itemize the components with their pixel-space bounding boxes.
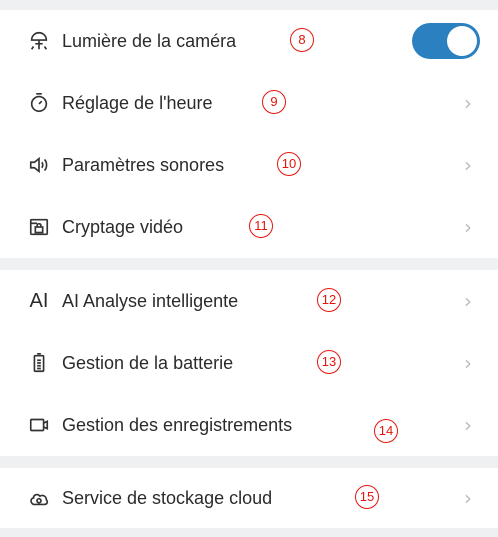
top-divider [0, 0, 498, 10]
label-recording-management: Gestion des enregistrements [62, 414, 293, 435]
annotation-number: 11 [249, 214, 273, 238]
row-video-encryption[interactable]: Cryptage vidéo 11 › [0, 196, 498, 258]
chevron-right-icon: › [464, 289, 472, 313]
row-ai-analysis[interactable]: AI AI Analyse intelligente 12 › [0, 270, 498, 332]
label-battery-management: Gestion de la batterie [62, 352, 234, 373]
row-cloud-storage[interactable]: Service de stockage cloud 15 › [0, 468, 498, 528]
annotation-number: 8 [290, 28, 314, 52]
ai-icon: AI [29, 289, 49, 312]
chevron-right-icon: › [464, 486, 472, 510]
label-time-setting: Réglage de l'heure [62, 92, 213, 113]
cloud-storage-icon [28, 487, 50, 509]
speaker-icon [28, 154, 50, 176]
record-icon [28, 414, 50, 436]
annotation-number: 10 [277, 152, 301, 176]
chevron-right-icon: › [464, 215, 472, 239]
annotation-number: 13 [317, 350, 341, 374]
settings-group-camera: Lumière de la caméra 8 Réglage de l'heur… [0, 10, 498, 258]
row-recording-management[interactable]: Gestion des enregistrements 14 › [0, 394, 498, 456]
chevron-right-icon: › [464, 351, 472, 375]
settings-group-analysis: AI AI Analyse intelligente 12 › Gestion … [0, 270, 498, 456]
camera-light-icon [28, 30, 50, 52]
label-camera-light: Lumière de la caméra [62, 30, 237, 51]
annotation-number: 14 [374, 419, 398, 443]
timer-icon [28, 92, 50, 114]
row-battery-management[interactable]: Gestion de la batterie 13 › [0, 332, 498, 394]
chevron-right-icon: › [464, 413, 472, 437]
annotation-number: 15 [355, 485, 379, 509]
row-time-setting[interactable]: Réglage de l'heure 9 › [0, 72, 498, 134]
row-sound-settings[interactable]: Paramètres sonores 10 › [0, 134, 498, 196]
label-video-encryption: Cryptage vidéo [62, 216, 184, 237]
battery-icon [28, 352, 50, 374]
section-divider [0, 456, 498, 468]
camera-light-toggle[interactable] [412, 23, 480, 59]
label-sound-settings: Paramètres sonores [62, 154, 225, 175]
chevron-right-icon: › [464, 91, 472, 115]
settings-group-cloud: Service de stockage cloud 15 › [0, 468, 498, 528]
chevron-right-icon: › [464, 153, 472, 177]
annotation-number: 12 [317, 288, 341, 312]
section-divider [0, 258, 498, 270]
label-cloud-storage: Service de stockage cloud [62, 487, 273, 508]
annotation-number: 9 [262, 90, 286, 114]
toggle-knob [447, 26, 477, 56]
row-camera-light[interactable]: Lumière de la caméra 8 [0, 10, 498, 72]
bottom-divider [0, 528, 498, 537]
label-ai-analysis: AI Analyse intelligente [62, 290, 239, 311]
encryption-icon [28, 216, 50, 238]
